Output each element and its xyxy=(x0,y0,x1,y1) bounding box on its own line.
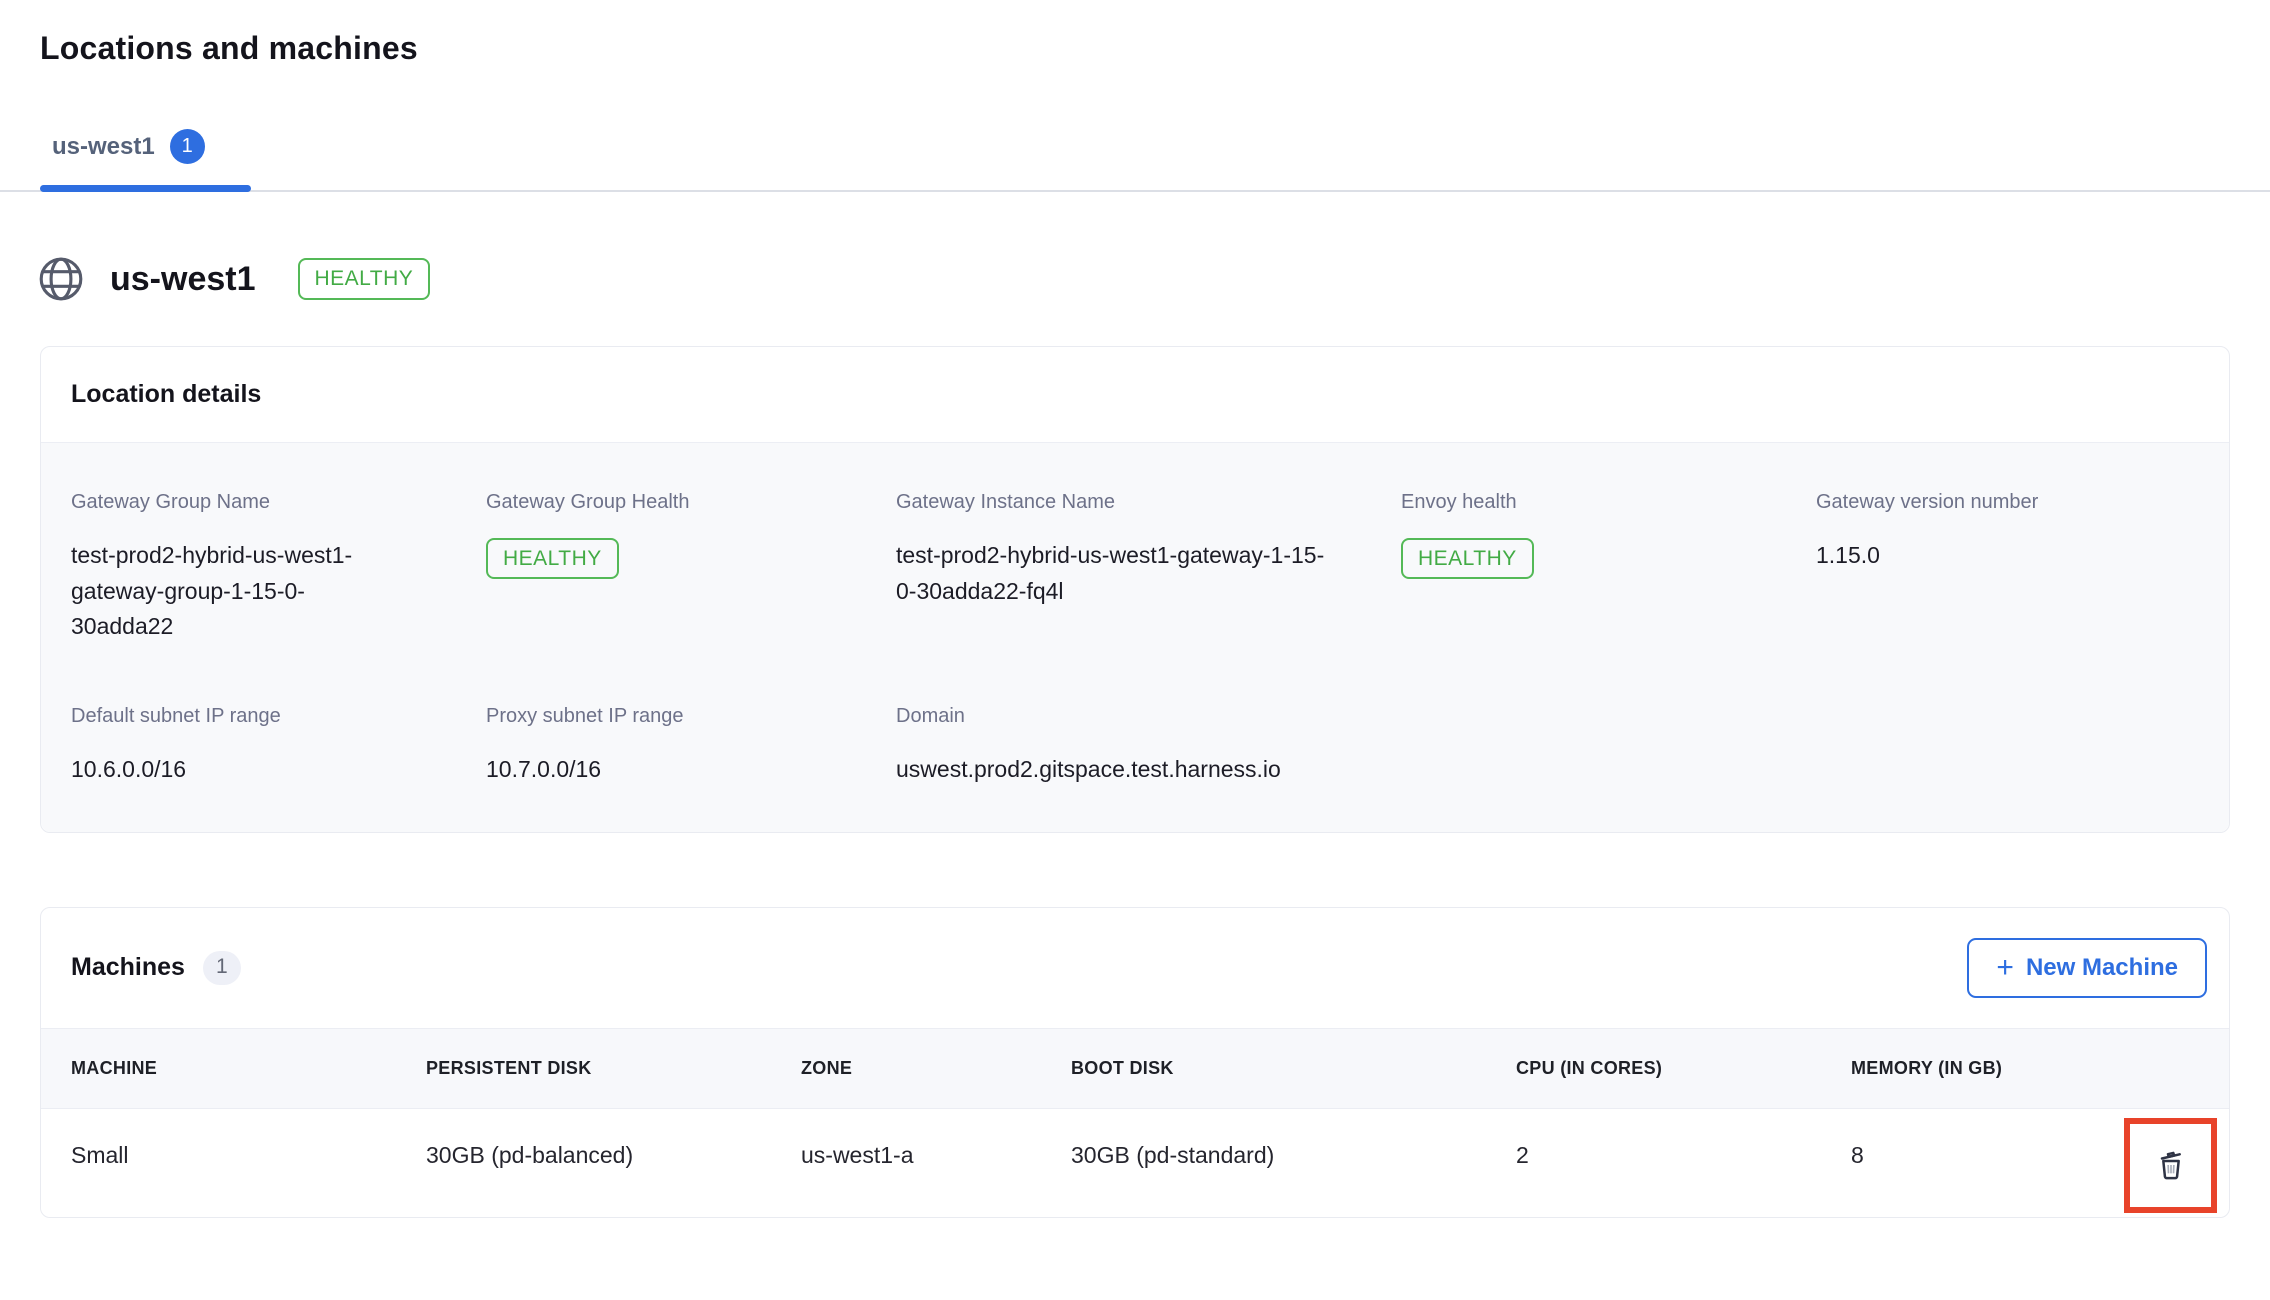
new-machine-label: New Machine xyxy=(2026,954,2178,982)
field-domain: Domain uswest.prod2.gitspace.test.harnes… xyxy=(896,705,1401,788)
tab-label: us-west1 xyxy=(52,133,155,161)
field-proxy-subnet: Proxy subnet IP range 10.7.0.0/16 xyxy=(486,705,896,788)
cell-persistent-disk: 30GB (pd-balanced) xyxy=(426,1142,801,1169)
field-label: Gateway version number xyxy=(1816,491,2199,514)
field-label: Gateway Group Name xyxy=(71,491,486,514)
col-persistent-disk: PERSISTENT DISK xyxy=(426,1058,801,1079)
machines-header: Machines 1 + New Machine xyxy=(41,908,2229,1028)
location-details-fields: Gateway Group Name test-prod2-hybrid-us-… xyxy=(71,491,2199,788)
tab-count-badge: 1 xyxy=(170,129,205,164)
field-value: test-prod2-hybrid-us-west1-gateway-1-15-… xyxy=(896,538,1336,609)
machines-title: Machines xyxy=(71,953,185,982)
machines-count-badge: 1 xyxy=(203,951,241,985)
field-label: Gateway Instance Name xyxy=(896,491,1401,514)
col-machine: MACHINE xyxy=(71,1058,426,1079)
location-details-card: Location details Gateway Group Name test… xyxy=(40,346,2230,833)
machines-card: Machines 1 + New Machine MACHINE PERSIST… xyxy=(40,907,2230,1218)
globe-icon xyxy=(36,254,86,304)
field-value: test-prod2-hybrid-us-west1-gateway-group… xyxy=(71,538,381,645)
col-memory: MEMORY (IN GB) xyxy=(1851,1058,2101,1079)
field-gateway-group-name: Gateway Group Name test-prod2-hybrid-us-… xyxy=(71,491,486,645)
location-heading: us-west1 HEALTHY xyxy=(36,254,2270,304)
field-gateway-group-health: Gateway Group Health HEALTHY xyxy=(486,491,896,645)
field-envoy-health: Envoy health HEALTHY xyxy=(1401,491,1816,645)
field-default-subnet: Default subnet IP range 10.6.0.0/16 xyxy=(71,705,486,788)
field-label: Gateway Group Health xyxy=(486,491,896,514)
trash-icon xyxy=(2151,1145,2191,1185)
cell-memory: 8 xyxy=(1851,1142,2101,1169)
cell-zone: us-west1-a xyxy=(801,1142,1071,1169)
field-value: 10.6.0.0/16 xyxy=(71,752,486,788)
new-machine-button[interactable]: + New Machine xyxy=(1967,938,2207,998)
machines-table-header: MACHINE PERSISTENT DISK ZONE BOOT DISK C… xyxy=(41,1028,2229,1109)
cell-boot-disk: 30GB (pd-standard) xyxy=(1071,1142,1516,1169)
field-label: Domain xyxy=(896,705,1401,728)
envoy-health-badge: HEALTHY xyxy=(1401,538,1534,579)
field-gateway-instance-name: Gateway Instance Name test-prod2-hybrid-… xyxy=(896,491,1401,645)
location-name: us-west1 xyxy=(110,260,256,299)
col-zone: ZONE xyxy=(801,1058,1071,1079)
gateway-group-health-badge: HEALTHY xyxy=(486,538,619,579)
cell-machine: Small xyxy=(71,1142,426,1169)
field-label: Default subnet IP range xyxy=(71,705,486,728)
cell-cpu: 2 xyxy=(1516,1142,1851,1169)
cell-actions xyxy=(2101,1142,2229,1169)
field-value: uswest.prod2.gitspace.test.harness.io xyxy=(896,752,1401,788)
field-value: 1.15.0 xyxy=(1816,538,2199,574)
tab-us-west1[interactable]: us-west1 1 xyxy=(40,129,251,190)
page-title: Locations and machines xyxy=(40,30,2270,67)
delete-machine-button[interactable] xyxy=(2124,1118,2217,1213)
field-value: 10.7.0.0/16 xyxy=(486,752,896,788)
plus-icon: + xyxy=(1996,956,2014,980)
field-label: Envoy health xyxy=(1401,491,1816,514)
location-health-badge: HEALTHY xyxy=(298,258,431,299)
machine-table-row: Small 30GB (pd-balanced) us-west1-a 30GB… xyxy=(41,1109,2229,1217)
location-details-title: Location details xyxy=(41,347,2229,443)
locations-and-machines-page: Locations and machines us-west1 1 us-wes… xyxy=(0,0,2270,1300)
field-gateway-version: Gateway version number 1.15.0 xyxy=(1816,491,2199,645)
location-tabs: us-west1 1 xyxy=(0,129,2270,192)
col-cpu: CPU (IN CORES) xyxy=(1516,1058,1851,1079)
location-details-body: Gateway Group Name test-prod2-hybrid-us-… xyxy=(41,443,2229,832)
col-actions xyxy=(2101,1058,2229,1079)
field-label: Proxy subnet IP range xyxy=(486,705,896,728)
col-boot-disk: BOOT DISK xyxy=(1071,1058,1516,1079)
